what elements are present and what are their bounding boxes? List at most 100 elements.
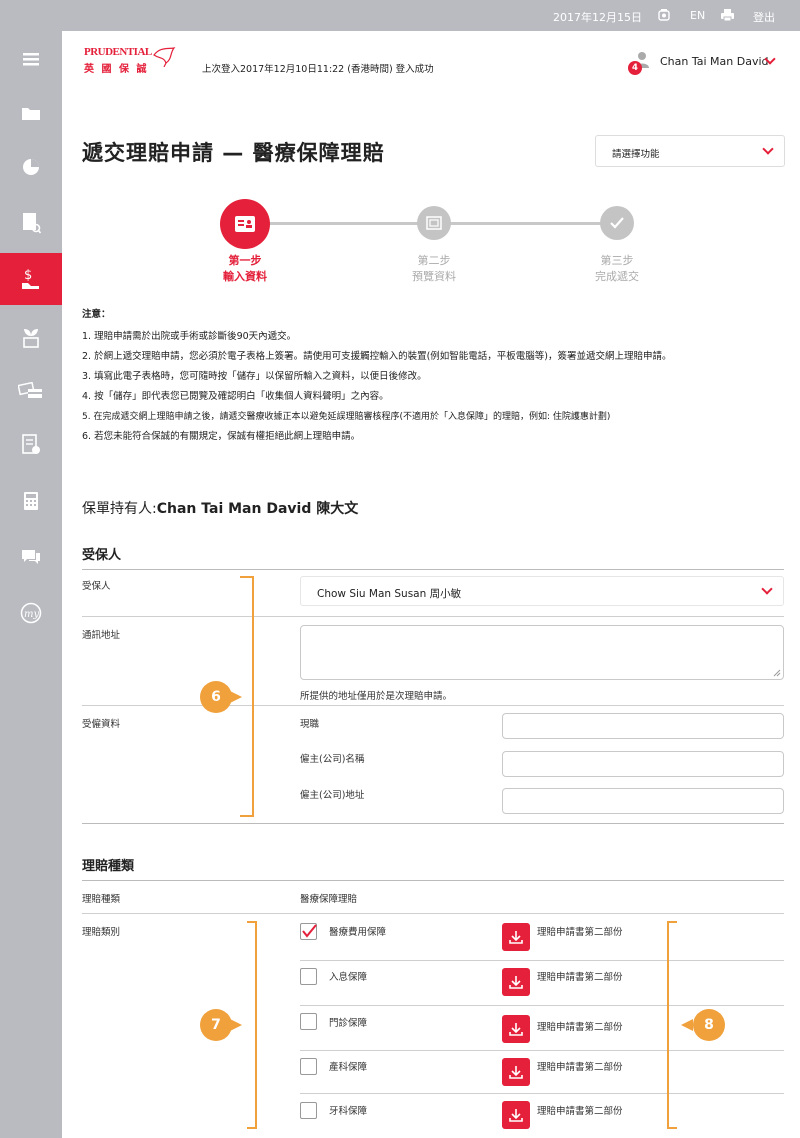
- function-select[interactable]: 請選擇功能: [595, 135, 785, 167]
- contact-icon[interactable]: [657, 8, 671, 25]
- payment-icon[interactable]: [0, 371, 62, 411]
- category-checkbox[interactable]: [300, 1058, 317, 1075]
- address-textarea[interactable]: [300, 625, 784, 680]
- step-1-label: 第一步 輸入資料: [185, 253, 305, 285]
- form-check-icon[interactable]: [0, 425, 62, 465]
- step-3-number: 第三步: [600, 254, 634, 267]
- checkmark-icon: [302, 924, 317, 938]
- svg-text:my: my: [24, 609, 39, 620]
- insured-section-title: 受保人: [82, 548, 122, 563]
- insured-select-value: Chow Siu Man Susan 周小敏: [317, 588, 462, 600]
- logout-link[interactable]: 登出: [753, 9, 775, 25]
- callout-pointer-icon: [230, 691, 242, 703]
- claim-icon[interactable]: $: [0, 253, 72, 305]
- claim-type-value: 醫療保障理賠: [300, 894, 358, 905]
- divider: [82, 823, 784, 824]
- step-1-number: 第一步: [228, 254, 262, 267]
- download-icon: [509, 1066, 523, 1079]
- step-2-circle: [417, 206, 451, 240]
- divider: [82, 569, 784, 570]
- category-checkbox[interactable]: [300, 968, 317, 985]
- print-icon[interactable]: [720, 8, 735, 25]
- callout-bracket: [667, 921, 677, 1129]
- address-note: 所提供的地址僅用於是次理賠申請。: [300, 691, 453, 702]
- step-1-text: 輸入資料: [223, 270, 267, 283]
- employer-name-input[interactable]: [502, 751, 784, 777]
- form-link[interactable]: 理賠申請書第二部份: [537, 1019, 623, 1033]
- employer-address-label: 僱主(公司)地址: [300, 790, 365, 801]
- claim-category-label: 理賠類別: [82, 927, 121, 938]
- language-toggle[interactable]: EN: [690, 9, 705, 22]
- divider: [82, 913, 784, 914]
- form-link[interactable]: 理賠申請書第二部份: [537, 1059, 623, 1073]
- download-button[interactable]: [502, 968, 530, 996]
- job-input[interactable]: [502, 713, 784, 739]
- claim-type-label: 理賠種類: [82, 894, 121, 905]
- insured-select[interactable]: Chow Siu Man Susan 周小敏: [300, 576, 784, 606]
- my-icon[interactable]: my: [0, 593, 62, 633]
- policyholder-name: Chan Tai Man David 陳大文: [156, 501, 359, 517]
- category-name: 入息保障: [329, 972, 368, 983]
- divider: [300, 1050, 784, 1051]
- step-3-text: 完成遞交: [595, 270, 639, 283]
- document-search-icon[interactable]: [0, 203, 62, 243]
- step-2-text: 預覽資料: [412, 270, 456, 283]
- step-2-label: 第二步 預覽資料: [374, 253, 494, 285]
- divider: [82, 705, 784, 706]
- user-name[interactable]: Chan Tai Man David: [660, 55, 769, 68]
- note-item: 3. 填寫此電子表格時，您可隨時按「儲存」以保留所輸入之資料，以便日後修改。: [82, 371, 427, 382]
- form-input-icon: [235, 216, 255, 232]
- step-3-circle: [600, 206, 634, 240]
- divider: [300, 960, 784, 961]
- notification-badge[interactable]: 4: [628, 61, 642, 75]
- category-name: 產科保障: [329, 1062, 368, 1073]
- insured-label: 受保人: [82, 581, 111, 592]
- download-icon: [509, 976, 523, 989]
- calculator-icon[interactable]: [0, 481, 62, 521]
- policyholder-row: 保單持有人:Chan Tai Man David 陳大文: [82, 498, 358, 518]
- employer-address-input[interactable]: [502, 788, 784, 814]
- callout-pointer-icon: [681, 1019, 693, 1031]
- address-label: 通訊地址: [82, 630, 121, 641]
- note-item: 4. 按「儲存」即代表您已閱覽及確認明白「收集個人資料聲明」之內容。: [82, 391, 389, 402]
- chat-icon[interactable]: [0, 537, 62, 577]
- download-icon: [509, 931, 523, 944]
- callout-pointer-icon: [230, 1019, 242, 1031]
- policyholder-label: 保單持有人:: [82, 501, 157, 517]
- plant-icon[interactable]: [0, 317, 62, 357]
- main-content: PRUDENTIAL 英 國 保 誠 上次登入2017年12月10日11:22 …: [62, 31, 800, 1138]
- download-button[interactable]: [502, 923, 530, 951]
- sidebar: $ my: [0, 31, 72, 1138]
- category-checkbox[interactable]: [300, 1102, 317, 1119]
- form-link[interactable]: 理賠申請書第二部份: [537, 969, 623, 983]
- date-text: 2017年12月15日: [553, 11, 642, 24]
- form-link[interactable]: 理賠申請書第二部份: [537, 1103, 623, 1117]
- folder-icon[interactable]: [0, 93, 62, 133]
- category-name: 醫療費用保障: [329, 927, 387, 938]
- logo-text: PRUDENTIAL: [84, 46, 152, 58]
- download-button[interactable]: [502, 1015, 530, 1043]
- callout-badge: 7: [200, 1009, 232, 1041]
- function-select-value: 請選擇功能: [612, 149, 660, 160]
- form-link[interactable]: 理賠申請書第二部份: [537, 924, 623, 938]
- callout-bracket: [247, 921, 257, 1129]
- divider: [82, 880, 784, 881]
- download-button[interactable]: [502, 1058, 530, 1086]
- category-checkbox[interactable]: [300, 1013, 317, 1030]
- category-checkbox[interactable]: [300, 923, 317, 940]
- note-item: 5. 在完成遞交網上理賠申請之後，請遞交醫療收據正本以避免延誤理賠審核程序(不適…: [82, 412, 611, 422]
- download-icon: [509, 1109, 523, 1122]
- note-item: 6. 若您未能符合保誠的有關規定，保誠有權拒絕此網上理賠申請。: [82, 431, 361, 442]
- download-button[interactable]: [502, 1101, 530, 1129]
- callout-badge: 6: [200, 681, 232, 713]
- logo-chinese: 英 國 保 誠: [84, 64, 149, 75]
- last-login-text: 上次登入2017年12月10日11:22 (香港時間) 登入成功: [202, 64, 434, 75]
- preview-icon: [426, 216, 442, 230]
- notes-heading: 注意：: [82, 309, 111, 320]
- logo-icon: [152, 45, 180, 71]
- divider: [300, 1005, 784, 1006]
- download-icon: [509, 1023, 523, 1036]
- menu-icon[interactable]: [0, 39, 62, 79]
- pie-chart-icon[interactable]: [0, 147, 62, 187]
- claim-section-title: 理賠種類: [82, 859, 135, 874]
